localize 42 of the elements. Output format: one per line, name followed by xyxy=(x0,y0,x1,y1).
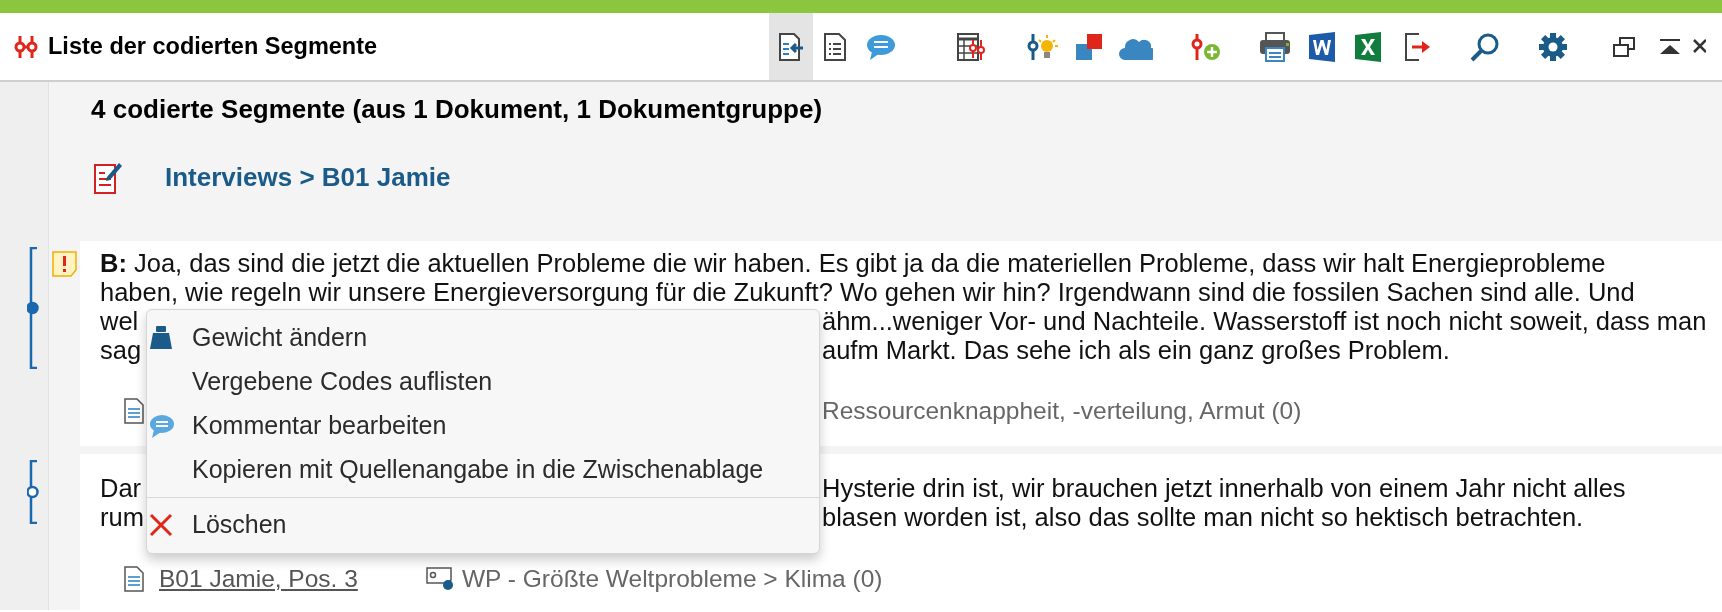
code-lightbulb-icon xyxy=(1025,31,1059,62)
segment-text: rum xyxy=(100,503,144,532)
overlapping-squares-icon xyxy=(1074,31,1104,62)
excel-document-icon xyxy=(1353,30,1383,63)
menu-item[interactable]: Gewicht ändern xyxy=(147,316,819,360)
speech-bubble-icon xyxy=(866,32,896,61)
close-icon xyxy=(149,513,173,537)
menu-item[interactable]: Kommentar bearbeiten xyxy=(147,404,819,448)
source-link[interactable]: B01 Jamie, Pos. 3 xyxy=(159,564,358,592)
code-label: Ressourcenknappheit, -verteilung, Armut (0) xyxy=(822,395,1302,426)
code-tag-icon xyxy=(426,567,456,591)
segment-text: ähm...weniger Vor- und Nachteile. Wasserstoff ist noch nicht soweit, dass man xyxy=(822,306,1707,338)
segment-text: sag xyxy=(100,336,142,365)
print-icon xyxy=(1258,30,1292,63)
comment-warning-icon[interactable] xyxy=(52,251,80,277)
segment-text: wel xyxy=(100,307,139,336)
document-arrow-icon xyxy=(777,31,805,62)
segment-text: blasen worden ist, also das sollte man nicht so hektisch betrachten. xyxy=(822,502,1584,534)
document-icon xyxy=(124,566,144,592)
windows-icon xyxy=(1612,35,1636,58)
document-path-link[interactable]: Interviews > B01 Jamie xyxy=(165,157,451,197)
settings-icon xyxy=(1538,31,1568,62)
search-icon xyxy=(1470,31,1500,62)
weight-icon xyxy=(149,325,173,351)
menu-item[interactable]: Vergebene Codes auflisten xyxy=(147,360,819,404)
segment-text: Dar xyxy=(100,474,142,503)
table-code-icon xyxy=(956,31,986,62)
document-list-icon xyxy=(823,31,847,62)
speech-bubble-icon xyxy=(149,413,175,439)
code-label: WP - Größte Weltprobleme > Klima (0) xyxy=(462,563,883,594)
menu-item[interactable]: Löschen xyxy=(147,503,819,547)
segment-text: B: Joa, das sind die jetzt die aktuellen Probleme die wir haben. Es gibt ja da die materiellen Probleme, dass wir halt Energieprobleme xyxy=(100,248,1606,280)
menu-item[interactable]: Kopieren mit Quellenangabe in die Zwischenablage xyxy=(147,448,819,492)
segment-text: Hysterie drin ist, wir brauchen jetzt innerhalb von einem Jahr nicht alles xyxy=(822,473,1626,505)
segment-text: aufm Markt. Das sehe ich als ein ganz großes Problem. xyxy=(822,335,1450,367)
summary-heading: 4 codierte Segmente (aus 1 Dokument, 1 Dokumentgruppe) xyxy=(91,94,824,124)
document-arrow-button[interactable] xyxy=(769,13,813,80)
collapse-icon xyxy=(1659,37,1681,56)
window-title: Liste der codierten Segmente xyxy=(48,31,378,61)
document-icon xyxy=(124,398,144,424)
word-document-icon xyxy=(1307,30,1337,63)
segment-text: haben, wie regeln wir unsere Energieversorgung für die Zukunft? Wo gehen wir hin? Irgendwann sind die fossilen Sachen sind alle. Und xyxy=(100,277,1635,309)
